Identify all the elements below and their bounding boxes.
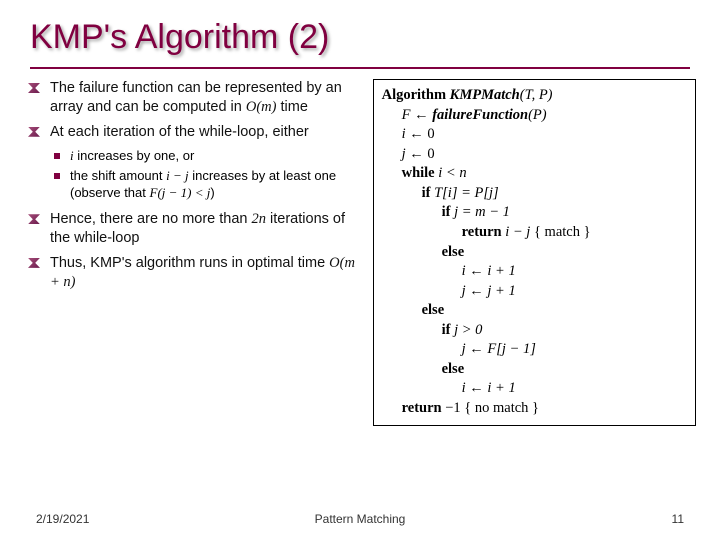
sub-bullet-1: i increases by one, or — [54, 148, 361, 165]
bullet-list: The failure function can be represented … — [24, 79, 361, 142]
text: Hence, there are no more than — [50, 211, 252, 227]
left-column: The failure function can be represented … — [24, 79, 361, 426]
algo-line: return i − j { match } — [382, 223, 687, 243]
algo-line: i ← i + 1 — [382, 379, 687, 399]
footer-page-number: 11 — [672, 512, 684, 526]
bullet-3: Hence, there are no more than 2n iterati… — [28, 210, 361, 248]
algo-line: i ← i + 1 — [382, 262, 687, 282]
text: the shift amount — [70, 168, 166, 183]
bullet-2: At each iteration of the while-loop, eit… — [28, 123, 361, 142]
algo-line: else — [382, 301, 687, 321]
bullet-4: Thus, KMP's algorithm runs in optimal ti… — [28, 254, 361, 292]
algorithm-box: Algorithm KMPMatch(T, P) F ← failureFunc… — [373, 79, 696, 426]
text: increases by one, or — [74, 148, 195, 163]
text: time — [276, 99, 307, 115]
algo-line: F ← failureFunction(P) — [382, 106, 687, 126]
title-rule — [30, 67, 690, 69]
footer-date: 2/19/2021 — [36, 512, 89, 526]
algo-line: return −1 { no match } — [382, 399, 687, 419]
math: 2n — [252, 211, 267, 227]
algo-line: if j > 0 — [382, 321, 687, 341]
right-column: Algorithm KMPMatch(T, P) F ← failureFunc… — [373, 79, 696, 426]
algo-line: else — [382, 243, 687, 263]
slide-footer: 2/19/2021 Pattern Matching 11 — [36, 512, 684, 526]
sub-bullet-list: i increases by one, or the shift amount … — [24, 148, 361, 203]
slide-title: KMP's Algorithm (2) — [0, 0, 720, 61]
bullet-1: The failure function can be represented … — [28, 79, 361, 117]
math: F(j − 1) < j — [150, 185, 211, 200]
text: Thus, KMP's algorithm runs in optimal ti… — [50, 255, 329, 271]
algo-line: while i < n — [382, 164, 687, 184]
algo-line-header: Algorithm KMPMatch(T, P) — [382, 86, 687, 106]
algo-line: j ← 0 — [382, 145, 687, 165]
sub-bullet-2: the shift amount i − j increases by at l… — [54, 168, 361, 202]
algo-line: i ← 0 — [382, 125, 687, 145]
algo-line: if j = m − 1 — [382, 203, 687, 223]
footer-title: Pattern Matching — [315, 512, 406, 526]
math: O(m) — [246, 99, 277, 115]
content-columns: The failure function can be represented … — [0, 79, 720, 426]
math: i − j — [166, 168, 189, 183]
algo-line: if T[i] = P[j] — [382, 184, 687, 204]
bullet-list-2: Hence, there are no more than 2n iterati… — [24, 210, 361, 291]
text: ) — [210, 185, 214, 200]
algo-line: j ← F[j − 1] — [382, 340, 687, 360]
algo-line: j ← j + 1 — [382, 282, 687, 302]
algo-line: else — [382, 360, 687, 380]
